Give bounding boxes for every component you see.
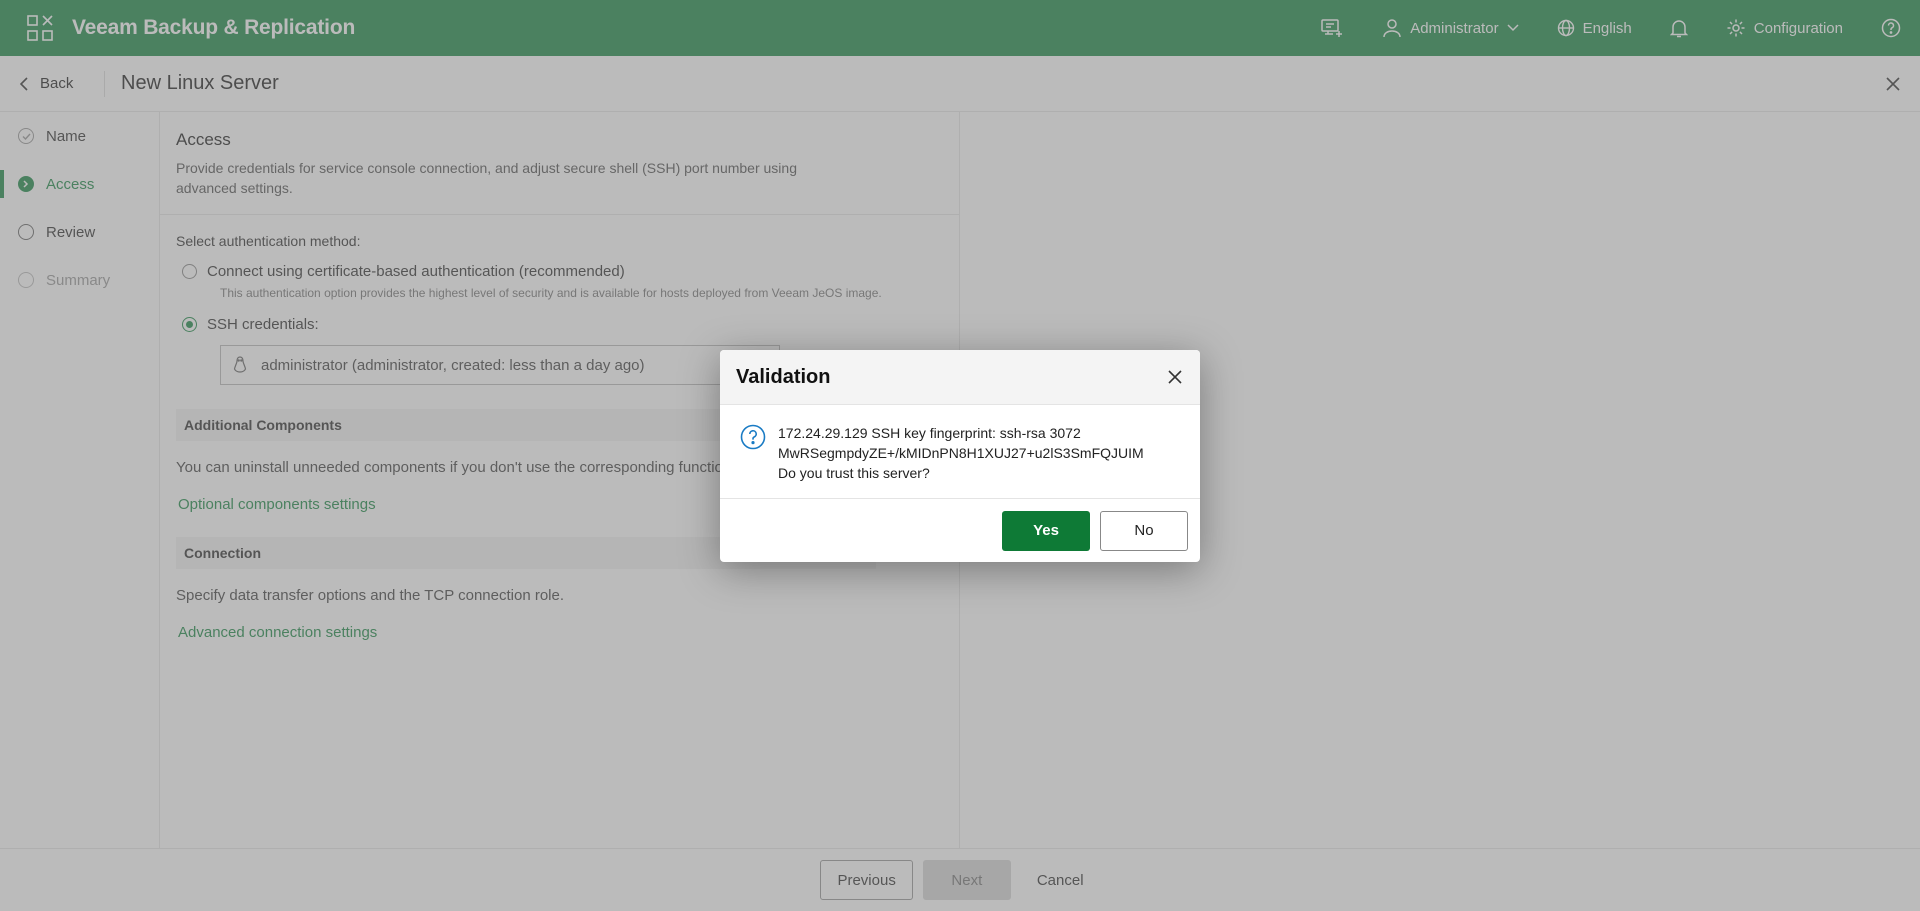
dialog-header: Validation: [720, 350, 1200, 405]
dialog-body: 172.24.29.129 SSH key fingerprint: ssh-r…: [720, 405, 1200, 499]
yes-button[interactable]: Yes: [1002, 510, 1090, 551]
close-icon[interactable]: [1168, 370, 1182, 384]
question-circle-icon: [740, 424, 766, 450]
fingerprint-value: MwRSegmpdyZE+/kMIDnPN8H1XUJ27+u2lS3SmFQJ…: [778, 445, 1144, 461]
validation-dialog: Validation 172.24.29.129 SSH key fingerp…: [720, 350, 1200, 562]
dialog-footer: Yes No: [720, 499, 1200, 562]
no-button[interactable]: No: [1100, 510, 1188, 551]
fingerprint-line: 172.24.29.129 SSH key fingerprint: ssh-r…: [778, 425, 1081, 441]
dialog-title: Validation: [736, 365, 831, 388]
trust-question: Do you trust this server?: [778, 465, 930, 481]
